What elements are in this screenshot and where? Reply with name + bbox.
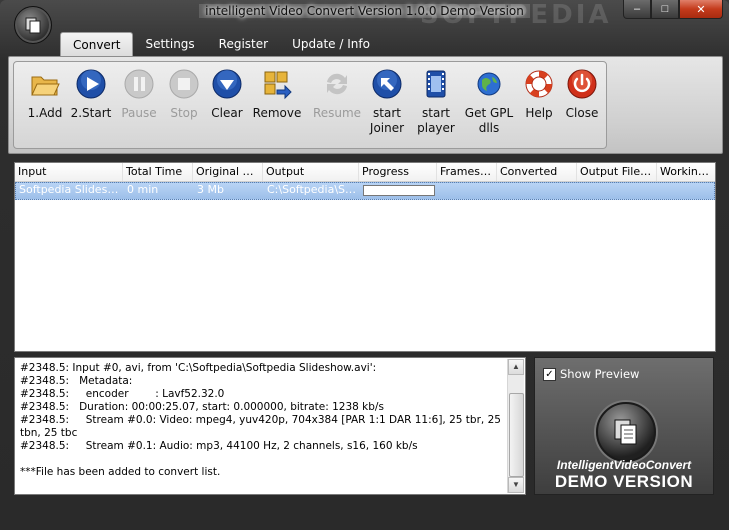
close-icon: ✕ xyxy=(696,3,706,16)
cell-output-size xyxy=(578,183,658,199)
maximize-button[interactable]: □ xyxy=(651,0,679,19)
ribbon-toolbar: 1.Add 2.Start Pause Stop Clear Remove Re… xyxy=(8,56,723,154)
remove-grid-icon xyxy=(264,71,292,100)
chevron-up-icon: ▲ xyxy=(512,362,520,371)
log-panel[interactable]: #2348.5: Input #0, avi, from 'C:\Softped… xyxy=(14,357,526,495)
gpl-label-1: Get GPL xyxy=(464,106,514,120)
power-icon xyxy=(567,69,597,99)
close-window-button[interactable]: ✕ xyxy=(679,0,723,19)
watermark: SOFTPEDIA xyxy=(420,0,612,30)
chevron-down-icon: ▼ xyxy=(512,480,520,489)
start-button[interactable]: 2.Start xyxy=(64,68,118,121)
log-line: ***File has been added to convert list. xyxy=(20,466,221,478)
document-icon xyxy=(25,17,41,34)
checkbox-checked-icon[interactable]: ✓ xyxy=(543,367,556,381)
column-working[interactable]: Working... xyxy=(657,163,713,181)
logo-orb xyxy=(596,402,656,462)
log-line: #2348.5: Metadata: xyxy=(20,375,133,387)
scroll-thumb[interactable] xyxy=(509,393,524,477)
joiner-label-2: Joiner xyxy=(369,121,405,135)
column-output[interactable]: Output xyxy=(263,163,359,181)
clear-down-icon xyxy=(212,69,242,99)
player-label-2: player xyxy=(417,121,455,135)
start-player-button[interactable]: start player xyxy=(409,68,463,136)
tab-update-info[interactable]: Update / Info xyxy=(280,32,382,56)
folder-open-icon xyxy=(31,76,60,96)
window-title: intelligent Video Convert Version 1.0.0 … xyxy=(0,4,729,18)
play-icon xyxy=(76,69,106,99)
remove-button[interactable]: Remove xyxy=(250,68,304,121)
column-original-file-size[interactable]: Original Fil... xyxy=(193,163,263,181)
scroll-down-button[interactable]: ▼ xyxy=(508,477,524,493)
resume-icon xyxy=(327,73,347,95)
preview-panel: ✓ Show Preview IntelligentVideoConvert D… xyxy=(534,357,714,495)
log-text: #2348.5: Input #0, avi, from 'C:\Softped… xyxy=(20,362,505,479)
start-joiner-button[interactable]: start Joiner xyxy=(360,68,414,136)
pause-icon xyxy=(124,69,154,99)
log-line: #2348.5: encoder : Lavf52.32.0 xyxy=(20,388,225,400)
gpl-label-2: dlls xyxy=(478,121,500,135)
cell-working xyxy=(658,183,714,199)
cell-total-time: 0 min xyxy=(127,183,159,196)
brand-logo: IntelligentVideoConvert xyxy=(556,458,692,472)
column-converted[interactable]: Converted xyxy=(497,163,577,181)
caption-buttons: – □ ✕ xyxy=(623,0,723,19)
joiner-label-1: start xyxy=(373,106,401,120)
clear-button[interactable]: Clear xyxy=(200,68,254,121)
get-gpl-dlls-button[interactable]: Get GPL dlls xyxy=(462,68,516,136)
clear-label: Clear xyxy=(211,106,243,120)
scroll-up-button[interactable]: ▲ xyxy=(508,359,524,375)
cell-frames xyxy=(438,183,498,199)
app-menu-button[interactable] xyxy=(14,6,52,44)
column-input[interactable]: Input xyxy=(15,163,123,181)
column-output-file-size[interactable]: Output File Size xyxy=(577,163,657,181)
tab-register[interactable]: Register xyxy=(207,32,280,56)
progress-bar xyxy=(363,184,435,196)
start-label: 2.Start xyxy=(70,106,112,120)
cell-converted xyxy=(498,183,578,199)
close-button[interactable]: Close xyxy=(555,68,609,121)
resume-button[interactable]: Resume xyxy=(310,68,364,121)
player-label-1: start xyxy=(422,106,450,120)
log-scrollbar[interactable]: ▲ ▼ xyxy=(507,359,524,493)
cell-progress xyxy=(360,183,438,199)
show-preview-label: Show Preview xyxy=(560,367,640,381)
minimize-icon: – xyxy=(633,3,641,15)
remove-label: Remove xyxy=(252,106,302,120)
log-line: #2348.5: Duration: 00:00:25.07, start: 0… xyxy=(20,401,384,413)
show-preview-checkbox[interactable]: ✓ Show Preview xyxy=(543,367,639,381)
globe-icon xyxy=(477,72,501,96)
convert-list-header: Input Total Time Original Fil... Output … xyxy=(15,163,715,182)
tab-settings[interactable]: Settings xyxy=(133,32,206,56)
cell-original-size: 3 Mb xyxy=(197,183,224,196)
cell-input: Softpedia Slideshow.... xyxy=(19,183,124,196)
app-window: SOFTPEDIA intelligent Video Convert Vers… xyxy=(0,0,729,530)
log-line: #2348.5: Stream #0.0: Video: mpeg4, yuv4… xyxy=(20,414,505,439)
column-frames-per-second[interactable]: Frames p... xyxy=(437,163,497,181)
log-line: #2348.5: Input #0, avi, from 'C:\Softped… xyxy=(20,362,377,374)
tab-bar: Convert Settings Register Update / Info xyxy=(60,32,382,57)
cell-output: C:\Softpedia\So... xyxy=(267,183,360,196)
film-icon xyxy=(426,70,446,98)
stop-icon xyxy=(169,69,199,99)
document-icon xyxy=(614,419,637,445)
lifebuoy-icon xyxy=(525,70,553,98)
convert-list[interactable]: Input Total Time Original Fil... Output … xyxy=(14,162,716,352)
column-progress[interactable]: Progress xyxy=(359,163,437,181)
demo-version-label: DEMO VERSION xyxy=(554,472,694,491)
tab-convert[interactable]: Convert xyxy=(60,32,134,57)
column-total-time[interactable]: Total Time xyxy=(123,163,193,181)
arrow-up-left-icon xyxy=(372,69,402,99)
log-line: #2348.5: Stream #0.1: Audio: mp3, 44100 … xyxy=(20,440,418,452)
ribbon-group-convert: 1.Add 2.Start Pause Stop Clear Remove Re… xyxy=(13,61,607,149)
maximize-icon: □ xyxy=(661,3,669,15)
resume-label: Resume xyxy=(312,106,362,120)
close-label: Close xyxy=(565,106,599,120)
table-row[interactable]: Softpedia Slideshow.... 0 min 3 Mb C:\So… xyxy=(15,182,715,200)
minimize-button[interactable]: – xyxy=(623,0,651,19)
